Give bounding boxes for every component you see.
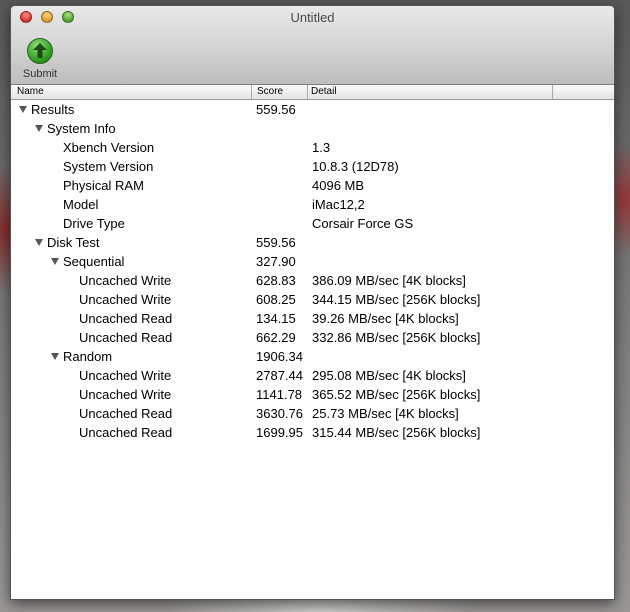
table-row[interactable]: Uncached Read 134.15 39.26 MB/sec [4K bloc… (11, 309, 614, 328)
row-detail: 365.52 MB/sec [256K blocks] (312, 387, 481, 402)
row-name: Drive Type (63, 216, 125, 231)
column-divider[interactable] (552, 85, 553, 99)
row-name: Results (31, 102, 75, 117)
disclosure-triangle-icon[interactable] (19, 106, 27, 113)
column-header-score[interactable]: Score (257, 86, 283, 97)
table-row[interactable]: Model iMac12,2 (11, 195, 614, 214)
column-header-name[interactable]: Name (17, 86, 44, 97)
row-detail: 1.3 (312, 140, 331, 155)
table-row[interactable]: Physical RAM 4096 MB (11, 176, 614, 195)
row-name: Uncached Write (79, 292, 172, 307)
table-row[interactable]: Sequential 327.90 (11, 252, 614, 271)
column-divider[interactable] (307, 85, 308, 99)
row-name: Uncached Write (79, 368, 172, 383)
table-row[interactable]: System Version 10.8.3 (12D78) (11, 157, 614, 176)
table-row[interactable]: Uncached Write 2787.44 295.08 MB/sec [4K b… (11, 366, 614, 385)
row-detail: iMac12,2 (312, 197, 365, 212)
table-row[interactable]: System Info (11, 119, 614, 138)
row-name: Uncached Write (79, 387, 172, 402)
table-row[interactable]: Disk Test 559.56 (11, 233, 614, 252)
row-score: 327.90 (256, 254, 296, 269)
row-name: Disk Test (47, 235, 100, 250)
row-name: Sequential (63, 254, 125, 269)
row-score: 1141.78 (256, 387, 303, 402)
results-outline[interactable]: Name Score Detail Results 559.56 System In… (11, 85, 614, 599)
xbench-window: Untitled Submit Name Score Detail Result… (10, 5, 615, 600)
disclosure-triangle-icon[interactable] (51, 353, 59, 360)
row-score: 662.29 (256, 330, 296, 345)
row-name: Xbench Version (63, 140, 155, 155)
row-score: 608.25 (256, 292, 296, 307)
table-row[interactable]: Uncached Read 1699.95 315.44 MB/sec [256K … (11, 423, 614, 442)
row-name: Uncached Write (79, 273, 172, 288)
table-row[interactable]: Random 1906.34 (11, 347, 614, 366)
table-row[interactable]: Drive Type Corsair Force GS (11, 214, 614, 233)
table-row[interactable]: Results 559.56 (11, 100, 614, 119)
row-name: Uncached Read (79, 406, 173, 421)
row-score: 1906.34 (256, 349, 303, 364)
disclosure-triangle-icon[interactable] (35, 239, 43, 246)
row-detail: 386.09 MB/sec [4K blocks] (312, 273, 466, 288)
row-score: 559.56 (256, 102, 296, 117)
table-row[interactable]: Uncached Read 3630.76 25.73 MB/sec [4K blo… (11, 404, 614, 423)
row-detail: Corsair Force GS (312, 216, 414, 231)
row-score: 559.56 (256, 235, 296, 250)
row-score: 134.15 (256, 311, 296, 326)
table-header: Name Score Detail (11, 85, 614, 100)
window-title: Untitled (290, 10, 335, 25)
row-detail: 25.73 MB/sec [4K blocks] (312, 406, 459, 421)
submit-button[interactable]: Submit (18, 38, 62, 80)
row-name: Random (63, 349, 113, 364)
row-detail: 332.86 MB/sec [256K blocks] (312, 330, 481, 345)
row-name: Uncached Read (79, 330, 173, 345)
row-name: Model (63, 197, 99, 212)
row-score: 2787.44 (256, 368, 303, 383)
table-row[interactable]: Xbench Version 1.3 (11, 138, 614, 157)
row-detail: 39.26 MB/sec [4K blocks] (312, 311, 459, 326)
row-score: 3630.76 (256, 406, 303, 421)
column-header-detail[interactable]: Detail (311, 86, 337, 97)
row-name: Uncached Read (79, 425, 173, 440)
row-score: 1699.95 (256, 425, 303, 440)
disclosure-triangle-icon[interactable] (51, 258, 59, 265)
table-row[interactable]: Uncached Read 662.29 332.86 MB/sec [256K b… (11, 328, 614, 347)
disclosure-triangle-icon[interactable] (35, 125, 43, 132)
row-name: System Info (47, 121, 116, 136)
row-name: Uncached Read (79, 311, 173, 326)
column-divider[interactable] (251, 85, 252, 99)
row-detail: 10.8.3 (12D78) (312, 159, 399, 174)
up-arrow-circle-icon (27, 38, 53, 64)
submit-label: Submit (22, 68, 58, 80)
table-row[interactable]: Uncached Write 628.83 386.09 MB/sec [4K bl… (11, 271, 614, 290)
results-rows: Results 559.56 System Info Xbench Version 1.… (11, 100, 614, 442)
row-detail: 295.08 MB/sec [4K blocks] (312, 368, 466, 383)
table-row[interactable]: Uncached Write 608.25 344.15 MB/sec [256K … (11, 290, 614, 309)
row-detail: 315.44 MB/sec [256K blocks] (312, 425, 481, 440)
row-name: Physical RAM (63, 178, 144, 193)
table-row[interactable]: Uncached Write 1141.78 365.52 MB/sec [256K… (11, 385, 614, 404)
row-detail: 4096 MB (312, 178, 365, 193)
toolbar: Untitled Submit (11, 6, 614, 85)
row-score: 628.83 (256, 273, 296, 288)
row-name: System Version (63, 159, 154, 174)
row-detail: 344.15 MB/sec [256K blocks] (312, 292, 481, 307)
